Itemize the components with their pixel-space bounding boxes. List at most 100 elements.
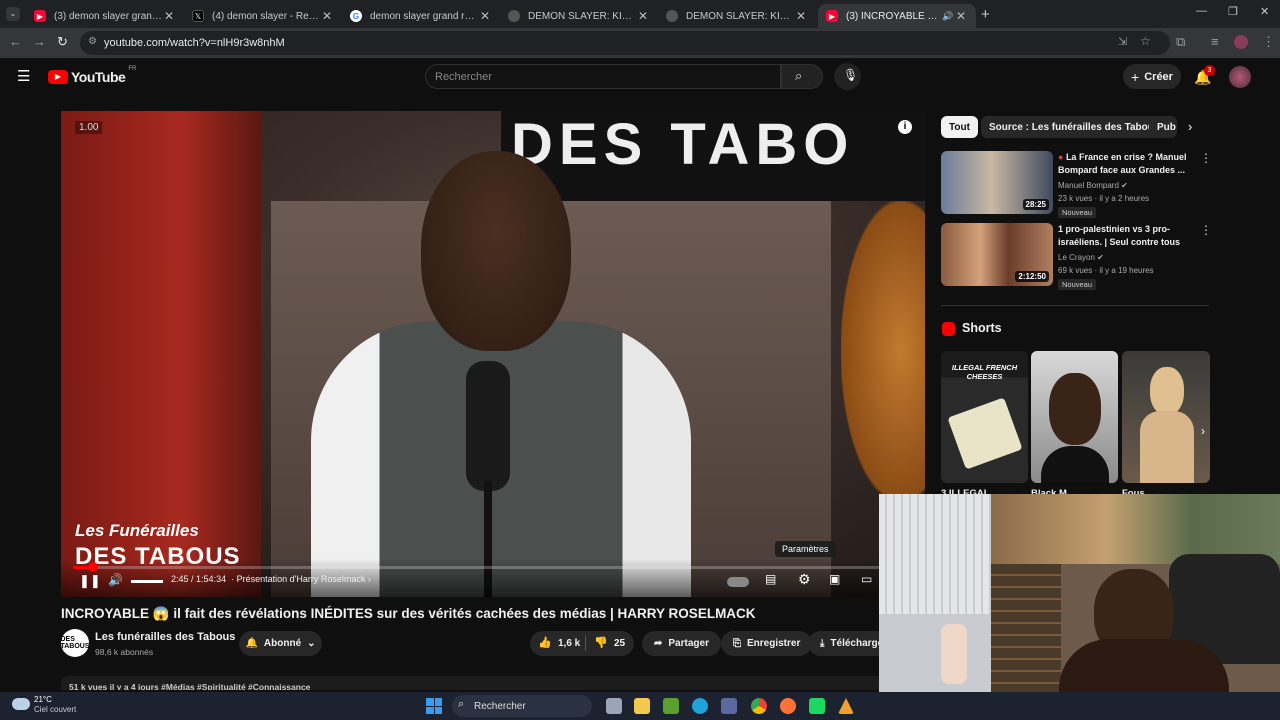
webcam-overlay [879,494,1280,692]
recommendation-card[interactable]: 2:12:50 1 pro-palestinien vs 3 pro-israé… [941,223,1212,290]
search-button[interactable]: ⌕ [781,64,823,89]
rec-channel[interactable]: Manuel Bompard ✔ [1058,181,1128,190]
maximize-button[interactable]: ❐ [1228,5,1238,18]
media-icon[interactable]: ≡ [1211,34,1219,49]
channel-avatar-text: DES TABOUS [60,636,90,650]
rec-meta: 23 k vues · il y a 2 heures [1058,194,1150,203]
edge-icon[interactable] [692,698,708,714]
address-bar[interactable]: ⚙ youtube.com/watch?v=nlH9r3w8nhM ⇲ ☆ [80,31,1170,55]
menu-dots-icon[interactable]: ⋮ [1262,34,1275,50]
volume-slider[interactable] [131,580,163,583]
profile-avatar[interactable] [1234,35,1248,49]
chip-source[interactable]: Source : Les funérailles des Tabous [981,116,1168,138]
like-count[interactable]: 1,6 k [558,638,580,649]
search-input[interactable]: Rechercher [425,64,781,89]
chip-all[interactable]: Tout [941,116,978,138]
windows-start-icon[interactable] [426,698,442,714]
more-actions-icon[interactable]: ⋮ [1200,151,1212,165]
weather-condition[interactable]: Ciel couvert [34,705,76,714]
app-icon[interactable] [809,698,825,714]
video-thumbnail[interactable]: 28:25 [941,151,1053,214]
share-button[interactable]: ➦ Partager [642,631,721,656]
forward-arrow-icon[interactable]: → [33,34,46,49]
bookmark-star-icon[interactable]: ☆ [1140,34,1151,48]
browser-tab-active[interactable]: ▶ (3) INCROYABLE 😱 il fait d 🔊 ✕ [818,4,976,28]
theater-mode-icon[interactable]: ▭ [861,572,872,586]
pause-button[interactable]: ❚❚ [79,573,101,589]
chip-more[interactable]: Pub [1149,116,1177,138]
hamburger-menu-icon[interactable]: ☰ [17,67,30,85]
progress-bar[interactable] [73,562,913,572]
rec-channel[interactable]: Le Crayon ✔ [1058,253,1104,262]
task-view-icon[interactable] [606,698,622,714]
chevron-right-icon[interactable]: › [1188,119,1192,134]
time-display: 2:45 / 1:54:34 · Présentation d'Harry Ro… [171,574,371,584]
save-button[interactable]: ⎘ Enregistrer [721,631,813,656]
firefox-icon[interactable] [780,698,796,714]
close-icon[interactable]: ✕ [478,9,492,23]
site-info-icon[interactable]: ⚙ [88,36,97,47]
store-icon[interactable] [721,698,737,714]
close-icon[interactable]: ✕ [636,9,650,23]
back-arrow-icon[interactable]: ← [9,34,22,49]
notifications-button[interactable]: 🔔 3 [1194,65,1215,86]
channel-avatar[interactable]: DES TABOUS [60,629,90,657]
browser-tab[interactable]: DEMON SLAYER: KIMETSU NO ✕ [658,4,816,28]
video-player[interactable]: DES TABO Les Funérailles DES TABOUS 1.00… [61,111,925,597]
close-window-button[interactable]: ✕ [1260,5,1269,18]
more-actions-icon[interactable]: ⋮ [1200,223,1212,237]
progress-scrubber[interactable] [88,562,99,572]
description-box[interactable]: 51 k vues il y a 4 jours #Médias #Spirit… [61,676,881,690]
rec-title[interactable]: 1 pro-palestinien vs 3 pro-israéliens. |… [1058,223,1198,249]
dislike-count: 25 [614,638,626,649]
info-icon[interactable]: i [898,120,912,134]
thumbs-up-icon[interactable]: 👍 [538,636,552,649]
thumbs-down-icon[interactable]: 👎 [594,636,608,649]
short-card[interactable] [1031,351,1118,483]
close-icon[interactable]: ✕ [794,9,808,23]
taskbar-search[interactable]: ⌕ Rechercher [452,695,592,717]
audio-icon[interactable]: 🔊 [942,11,954,22]
rec-title[interactable]: ● La France en crise ? Manuel Bompard fa… [1058,151,1198,177]
reload-icon[interactable]: ↻ [57,34,68,50]
video-thumbnail[interactable]: 2:12:50 [941,223,1053,286]
file-explorer-icon[interactable] [634,698,650,714]
browser-tab[interactable]: 𝕏 (4) demon slayer - Recherche / ✕ [184,4,342,28]
volume-icon[interactable]: 🔊 [108,573,123,587]
voice-search-button[interactable]: 🎙 [834,63,861,90]
close-icon[interactable]: ✕ [320,9,334,23]
account-avatar[interactable] [1229,66,1251,88]
channel-name[interactable]: Les funérailles des Tabous [95,631,235,643]
chrome-icon[interactable] [751,698,767,714]
miniplayer-icon[interactable]: ▣ [829,572,840,586]
nvidia-icon[interactable] [663,698,679,714]
recommendation-card[interactable]: 28:25 ● La France en crise ? Manuel Bomp… [941,151,1212,218]
weather-temperature[interactable]: 21°C [34,695,52,704]
extensions-icon[interactable]: ⧉ [1176,34,1185,50]
short-card[interactable] [1122,351,1210,483]
browser-tab[interactable]: DEMON SLAYER: KIMETSU NO ✕ [500,4,658,28]
webcam-person-body [1059,639,1229,692]
search-placeholder: Rechercher [435,70,492,83]
settings-gear-icon[interactable]: ⚙ [798,571,811,588]
create-button[interactable]: + Créer [1123,64,1181,89]
minimize-button[interactable]: — [1196,5,1207,17]
autoplay-toggle[interactable] [727,577,749,587]
subscribed-button[interactable]: 🔔 Abonné ⌄ [239,631,322,656]
youtube-logo[interactable]: ▶ YouTube FR [48,66,136,85]
subtitles-icon[interactable]: ▤ [765,572,776,586]
short-card[interactable]: ILLEGAL FRENCH CHEESES [941,351,1028,483]
tab-search-icon[interactable]: ⌄ [6,7,20,21]
chapter-label[interactable]: Présentation d'Harry Roselmack [237,574,366,584]
download-button[interactable]: ⤓ Télécharger [808,631,888,656]
browser-tab[interactable]: G demon slayer grand rex - Rech ✕ [342,4,500,28]
vlc-icon[interactable] [838,698,854,714]
close-icon[interactable]: ✕ [954,9,968,23]
browser-tab[interactable]: ▶ (3) demon slayer grand rex - Yo ✕ [26,4,184,28]
tab-title: (3) demon slayer grand rex - Yo [54,10,162,22]
close-icon[interactable]: ✕ [162,9,176,23]
chevron-right-icon[interactable]: › [1201,424,1205,438]
url-text: youtube.com/watch?v=nlH9r3w8nhM [104,37,285,49]
install-icon[interactable]: ⇲ [1118,35,1127,48]
new-tab-button[interactable]: + [981,6,990,23]
